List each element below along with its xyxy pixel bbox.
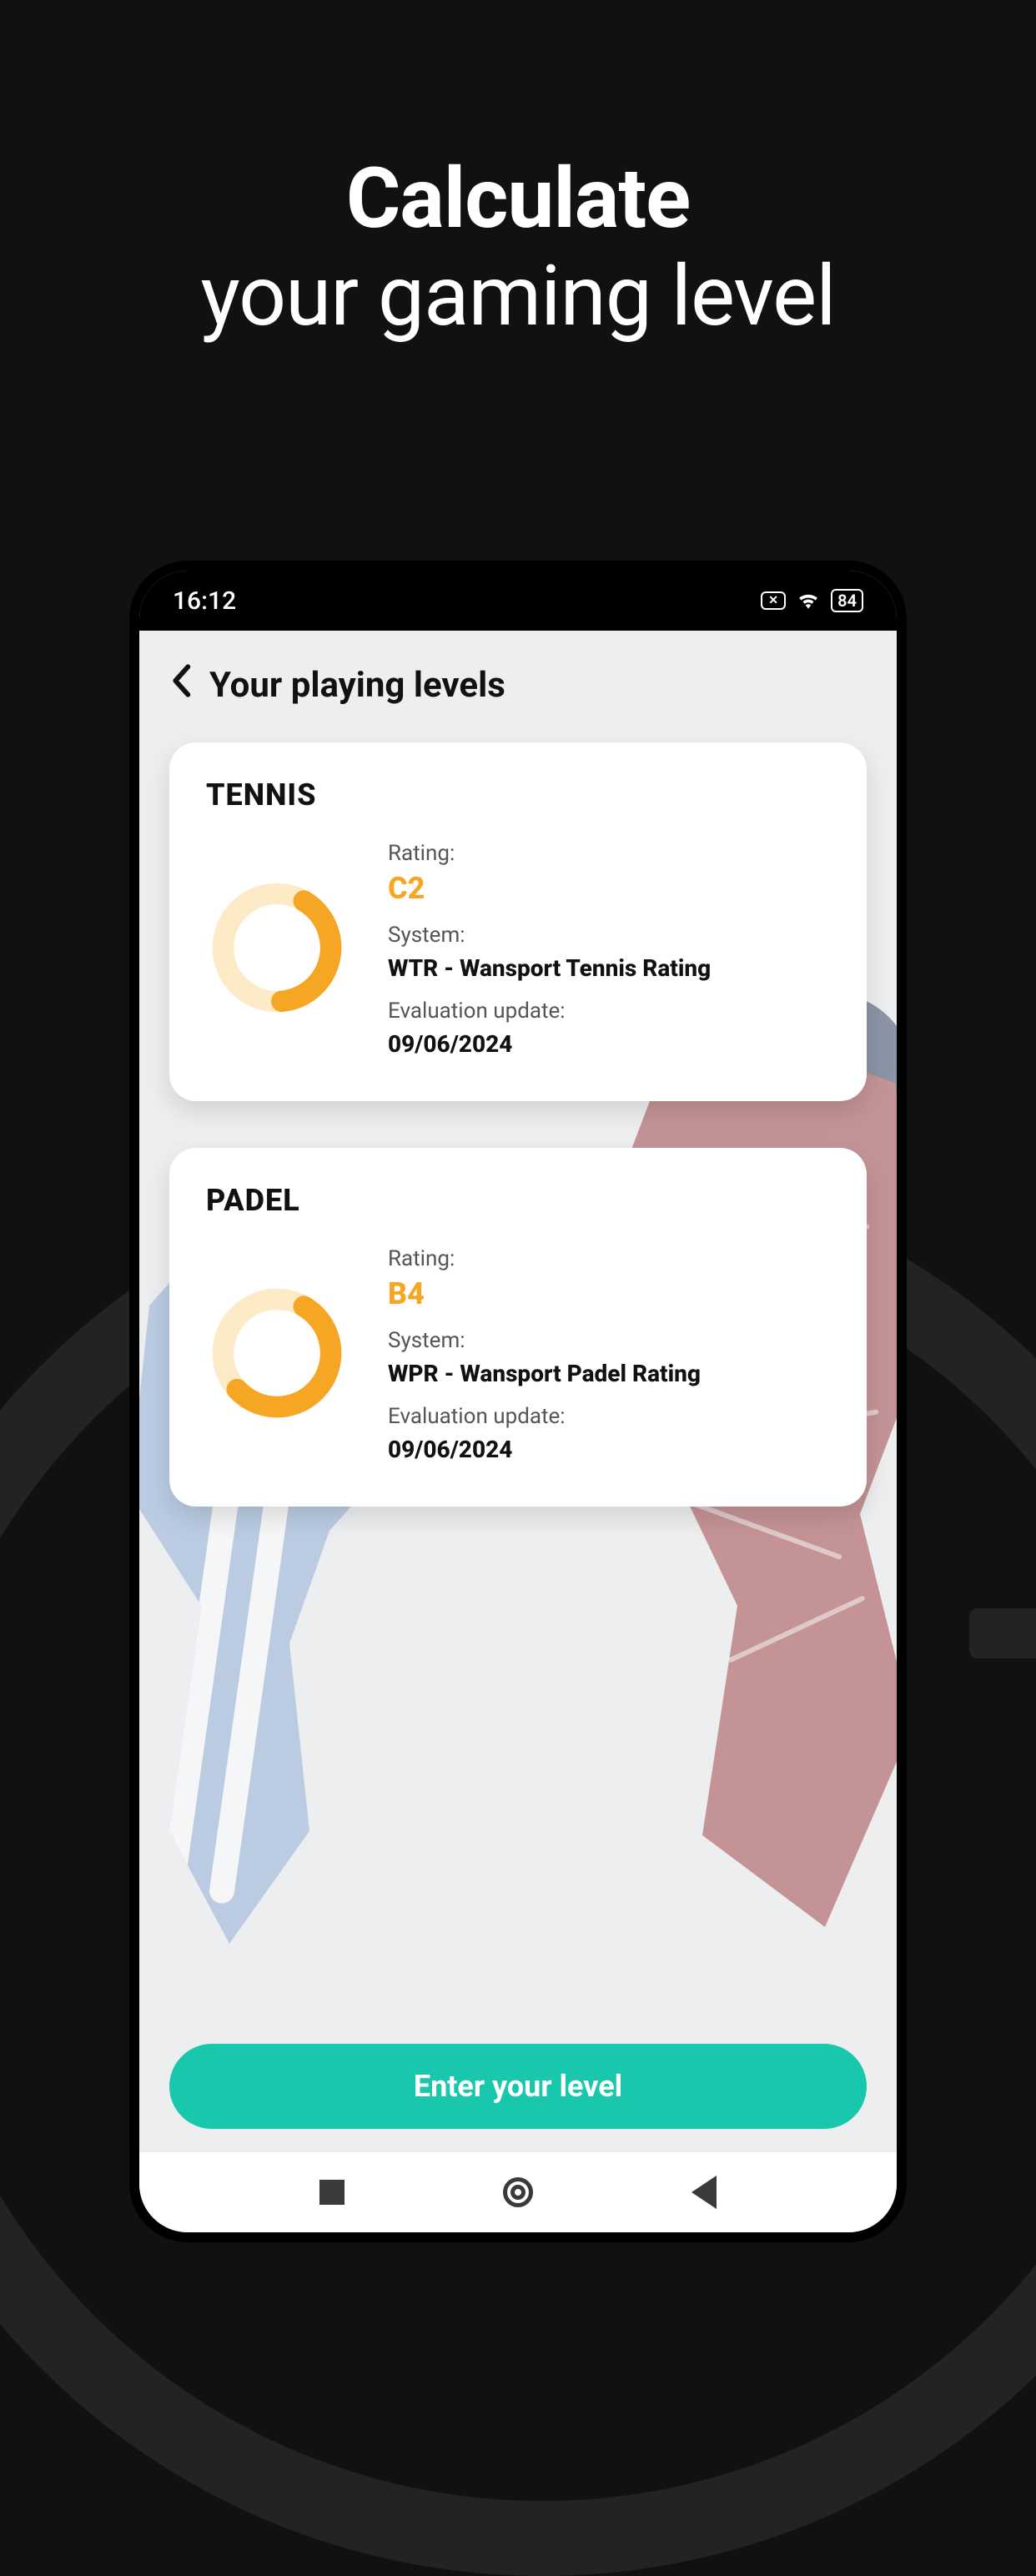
rating-label: Rating: [388, 841, 830, 866]
update-value: 09/06/2024 [388, 1436, 830, 1463]
rating-ring-icon [206, 1282, 348, 1427]
enter-level-button[interactable]: Enter your level [169, 2044, 867, 2129]
app-bar: Your playing levels [139, 631, 897, 726]
system-value: WPR - Wansport Padel Rating [388, 1360, 830, 1387]
rating-ring-icon [206, 877, 348, 1022]
system-label: System: [388, 923, 830, 948]
status-icons: ✕ 84 [761, 586, 863, 616]
battery-icon: 84 [831, 589, 863, 612]
rating-card-tennis[interactable]: TENNIS Rating: C2 Syst [169, 742, 867, 1101]
update-label: Evaluation update: [388, 1404, 830, 1429]
card-sport-label: TENNIS [206, 777, 830, 813]
background-shape [969, 1608, 1036, 1658]
sim-off-icon: ✕ [761, 591, 786, 610]
home-button[interactable] [500, 2174, 536, 2211]
update-value: 09/06/2024 [388, 1030, 830, 1058]
phone-frame: 16:12 ✕ 84 Your playing levels [129, 561, 907, 2242]
recent-apps-button[interactable] [314, 2174, 350, 2211]
app-content: Your playing levels TENNIS [139, 631, 897, 2152]
status-time: 16:12 [173, 586, 236, 616]
marketing-heading: Calculate your gaming level [0, 150, 1036, 345]
rating-label: Rating: [388, 1246, 830, 1271]
heading-line-2: your gaming level [0, 248, 1036, 345]
rating-value: B4 [388, 1276, 830, 1311]
update-label: Evaluation update: [388, 999, 830, 1024]
rating-value: C2 [388, 871, 830, 906]
phone-screen: 16:12 ✕ 84 Your playing levels [139, 571, 897, 2232]
scroll-area[interactable]: TENNIS Rating: C2 Syst [139, 726, 897, 2152]
status-bar: 16:12 ✕ 84 [139, 571, 897, 631]
rating-card-padel[interactable]: PADEL Rating: B4 Syste [169, 1148, 867, 1507]
back-icon[interactable] [169, 664, 193, 706]
wifi-icon [797, 586, 819, 616]
system-value: WTR - Wansport Tennis Rating [388, 954, 830, 982]
android-nav-bar [139, 2152, 897, 2232]
heading-line-1: Calculate [0, 150, 1036, 248]
page-title: Your playing levels [209, 665, 505, 706]
back-button[interactable] [686, 2174, 722, 2211]
card-sport-label: PADEL [206, 1183, 830, 1218]
cards-list: TENNIS Rating: C2 Syst [169, 742, 867, 1507]
system-label: System: [388, 1328, 830, 1353]
